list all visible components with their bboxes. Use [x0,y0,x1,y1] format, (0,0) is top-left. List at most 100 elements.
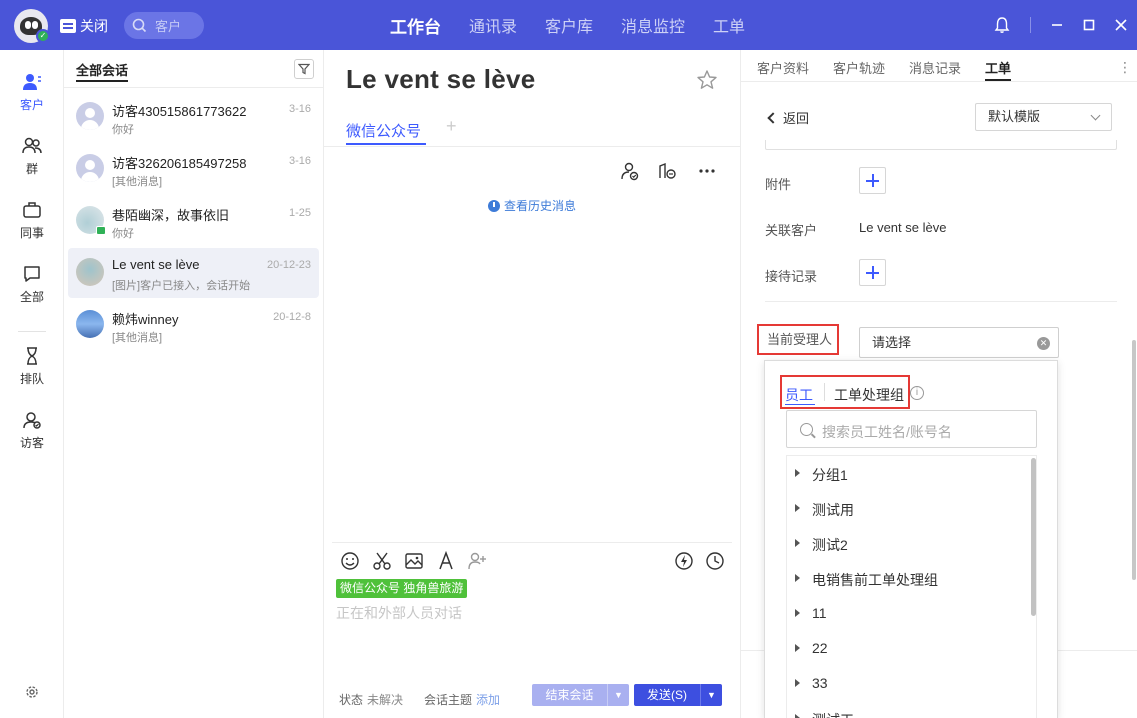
send-button[interactable]: 发送(S) ▼ [634,684,722,706]
nav-message-monitor[interactable]: 消息监控 [621,13,685,37]
assignee-placeholder: 请选择 [872,335,912,350]
rail-item-queue[interactable]: 排队 [0,346,64,387]
channel-badge: 微信公众号 独角兽旅游 [336,579,468,598]
group-node[interactable]: 测试用 [787,491,1027,526]
caret-right-icon[interactable] [795,574,800,582]
star-icon[interactable] [696,69,718,91]
caret-right-icon[interactable] [795,644,800,652]
nav-tickets[interactable]: 工单 [713,13,745,37]
customer-search[interactable]: 客户 [124,12,204,39]
group-node[interactable]: 分组1 [787,456,1027,491]
tab-customer-profile[interactable]: 客户资料 [757,58,809,77]
settings-icon[interactable] [24,684,40,700]
caret-right-icon[interactable] [795,609,800,617]
template-select[interactable]: 默认模版 [975,103,1112,131]
view-history-link[interactable]: 查看历史消息 [488,197,576,214]
conversation-item[interactable]: 访客326206185497258 [其他消息] 3-16 [68,144,319,194]
tab-ticket[interactable]: 工单 [985,58,1011,77]
maximize-icon[interactable] [1083,19,1095,31]
tab-customer-track[interactable]: 客户轨迹 [833,58,885,77]
group-label: 33 [812,675,828,691]
caret-right-icon[interactable] [795,679,800,687]
group-node[interactable]: 电销售前工单处理组 [787,561,1027,596]
group-label: 11 [812,605,827,621]
clear-icon[interactable]: ✕ [1037,337,1050,350]
info-icon[interactable]: i [910,386,924,400]
nav-workbench[interactable]: 工作台 [390,13,441,38]
history-clock-icon[interactable] [705,551,725,571]
quick-reply-icon[interactable] [674,551,694,571]
group-node[interactable]: 测试2 [787,526,1027,561]
close-button[interactable]: 关闭 [60,16,108,36]
add-attachment-button[interactable] [859,167,886,194]
emoji-icon[interactable] [340,551,360,571]
transfer-icon[interactable] [657,161,677,181]
top-bar: ✓ 关闭 客户 工作台 通讯录 客户库 消息监控 工单 [0,0,1137,50]
back-button[interactable]: 返回 [767,108,809,127]
rail-item-colleague[interactable]: 同事 [0,200,64,241]
rail-item-group[interactable]: 群 [0,136,64,177]
avatar-eye [25,21,31,29]
more-options-icon[interactable] [697,161,717,181]
conversation-item[interactable]: 巷陌幽深，故事依旧 你好 1-25 [68,196,319,246]
group-node[interactable]: 22 [787,631,1027,666]
avatar [76,258,104,286]
conversation-list-title[interactable]: 全部会话 [76,60,128,79]
conversation-list: 全部会话 访客430515861773622 你好 3-16 访客3262061… [64,50,324,718]
add-topic-link[interactable]: 添加 [476,691,500,708]
conversation-preview: [其他消息] [112,332,163,344]
rail-item-customer[interactable]: 客户 [0,72,64,113]
filter-icon [298,63,310,75]
end-session-button[interactable]: 结束会话 ▼ [532,684,629,706]
customer-icon [23,74,41,90]
staff-search-input[interactable]: 搜索员工姓名/账号名 [786,410,1037,448]
group-node[interactable]: 测试工 [787,701,1027,718]
avatar [76,310,104,338]
message-input[interactable]: 正在和外部人员对话 [336,603,462,623]
status-value[interactable]: 未解决 [367,691,403,708]
tab-message-record[interactable]: 消息记录 [909,58,961,77]
chevron-down-icon[interactable]: ▼ [700,684,722,706]
bell-icon[interactable] [994,16,1010,34]
tab-ticket-group[interactable]: 工单处理组 [834,385,904,405]
minimize-icon[interactable] [1051,19,1063,31]
caret-right-icon[interactable] [795,469,800,477]
end-session-label: 结束会话 [545,688,594,702]
nav-customer-db[interactable]: 客户库 [545,13,593,37]
add-reception-record-button[interactable] [859,259,886,286]
filter-button[interactable] [294,59,314,79]
group-icon [22,137,42,154]
group-node[interactable]: 11 [787,596,1027,631]
group-node[interactable]: 33 [787,666,1027,701]
view-history-label: 查看历史消息 [504,199,577,213]
visitor-check-icon[interactable] [620,161,640,181]
add-tab-button[interactable]: + [446,116,457,137]
rail-item-all[interactable]: 全部 [0,264,64,305]
chevron-down-icon[interactable]: ▼ [607,684,629,706]
assignee-label: 当前受理人 [757,324,839,355]
conversation-item[interactable]: 赖炜winney [其他消息] 20-12-8 [68,300,319,350]
rail-divider [18,331,46,332]
send-label: 发送(S) [647,688,687,702]
conversation-preview: 你好 [112,228,134,240]
rail-item-visitor[interactable]: 访客 [0,410,64,451]
more-vertical-icon[interactable]: ⋮ [1118,59,1132,76]
conversation-item-selected[interactable]: Le vent se lève [图片]客户已接入，会话开始 20-12-23 [68,248,319,298]
close-window-icon[interactable] [1115,19,1127,31]
font-icon[interactable] [436,551,456,571]
panel-scrollbar[interactable] [1132,340,1136,580]
assignee-select[interactable]: 请选择 ✕ [859,327,1059,358]
nav-contacts[interactable]: 通讯录 [469,13,517,37]
scissors-icon[interactable] [372,551,392,571]
conversation-name: 巷陌幽深，故事依旧 [112,208,230,223]
tab-wechat-official[interactable]: 微信公众号 [346,120,421,141]
caret-right-icon[interactable] [795,714,800,718]
dropdown-scrollbar[interactable] [1031,458,1036,616]
caret-right-icon[interactable] [795,539,800,547]
caret-right-icon[interactable] [795,504,800,512]
add-member-icon[interactable] [467,551,487,571]
conversation-item[interactable]: 访客430515861773622 你好 3-16 [68,92,319,142]
rail-label: 同事 [19,226,44,240]
image-icon[interactable] [404,551,424,571]
tab-staff[interactable]: 员工 [785,385,813,405]
